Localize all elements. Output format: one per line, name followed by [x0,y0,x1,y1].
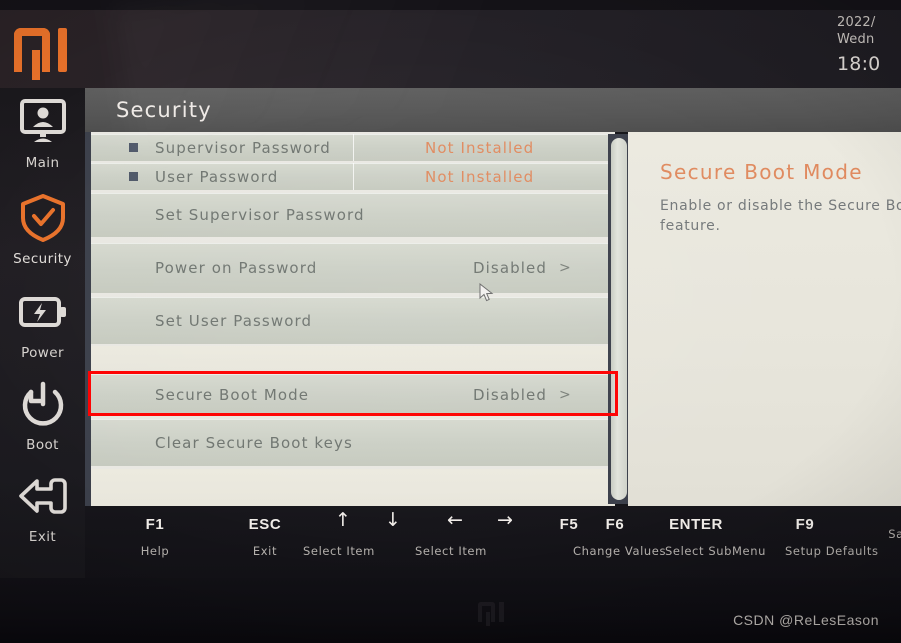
arrow-right-icon: → [497,509,513,531]
row-value: Not Installed [425,168,535,186]
fkey-desc: Help [140,544,170,558]
fkey-label: F9 [795,516,815,533]
fkey-arrow-left[interactable]: ← Select Item [415,509,486,559]
sidebar-item-label: Main [25,155,60,171]
fkey-f1[interactable]: F1 Help [125,516,185,558]
sidebar-item-label: Boot [26,437,59,453]
row-value: Not Installed [425,139,535,157]
list-gap [91,469,615,506]
row-label: Power on Password [155,259,318,277]
row-bullet-icon [129,172,138,181]
fkey-desc: Select Item [415,544,487,558]
battery-bolt-icon [0,286,85,342]
sidebar: Main Security Power Boot Exit [0,88,85,643]
sidebar-item-boot[interactable]: Boot [0,378,85,453]
fkey-arrow-up[interactable]: ↑ Select Item [303,509,374,559]
sidebar-item-label: Exit [28,529,57,545]
scrollbar-thumb[interactable] [611,138,627,500]
table-row[interactable]: Set User Password [91,297,615,344]
help-panel: Secure Boot Mode Enable or disable the S… [628,132,901,506]
scrollbar[interactable] [608,134,630,504]
fkey-label: ENTER [669,516,723,533]
watermark: CSDN @ReLesEason [733,612,879,628]
fkey-desc: Exit [252,544,278,558]
function-key-bar: F1 Help ESC Exit ↑ Select Item ↓ ← Selec… [85,506,901,578]
bios-screen: 2022/ Wedn 18:0 Main Security Power Boot… [0,0,901,643]
arrow-up-icon: ↑ [335,509,351,531]
row-separator [353,163,354,190]
datetime-display: 2022/ Wedn 18:0 [837,14,901,76]
exit-arrow-icon [0,470,85,526]
row-chevron-icon: > [559,260,571,276]
sidebar-item-label: Security [13,251,72,267]
settings-list: Supervisor Password Not Installed User P… [85,132,615,506]
help-body: Enable or disable the Secure Boot featur… [660,198,901,234]
fkey-f9[interactable]: F9 Setup Defaults [785,516,879,558]
row-label: Supervisor Password [155,139,331,157]
fkey-f5[interactable]: F5 Change Values [551,516,667,558]
row-label: User Password [155,168,279,186]
fkey-label: F1 [145,516,165,533]
sidebar-item-power[interactable]: Power [0,286,85,361]
row-separator [353,134,354,161]
row-label: Clear Secure Boot keys [155,434,353,452]
bottom-bar [0,578,901,643]
fkey-f10[interactable]: Sa [881,516,901,541]
monitor-user-icon [0,96,85,152]
sidebar-item-exit[interactable]: Exit [0,470,85,545]
fkey-desc: Change Values [573,544,667,558]
weekday-text: Wedn [837,32,875,47]
mi-logo-icon [14,28,70,80]
power-refresh-icon [0,378,85,434]
sidebar-item-security[interactable]: Security [0,192,85,267]
fkey-enter[interactable]: ENTER Select SubMenu [665,516,766,558]
fkey-arrow-right[interactable]: → [487,509,523,531]
table-row[interactable]: User Password Not Installed [91,163,615,190]
help-title: Secure Boot Mode [660,160,863,184]
row-label: Set Supervisor Password [155,206,365,224]
fkey-label: ESC [248,516,282,533]
time-text: 18:0 [837,53,881,75]
table-row[interactable]: Power on Password Disabled > [91,243,615,293]
mi-logo-bottom-icon [478,602,504,626]
page-title: Security [116,98,212,122]
fkey-label: F5 [559,516,579,533]
top-bar: 2022/ Wedn 18:0 [0,0,901,88]
fkey-desc: Select SubMenu [665,544,766,558]
table-row[interactable]: Set Supervisor Password [91,193,615,237]
arrow-left-icon: ← [447,509,463,531]
fkey-f6[interactable]: F6 [597,516,633,533]
fkey-esc[interactable]: ESC Exit [235,516,295,558]
highlight-annotation [88,371,618,416]
fkey-arrow-down[interactable]: ↓ [375,509,411,531]
table-row[interactable]: Clear Secure Boot keys [91,419,615,466]
fkey-label: F6 [605,516,625,533]
row-bullet-icon [129,143,138,152]
sidebar-item-label: Power [21,345,64,361]
list-gap [91,346,615,373]
sidebar-item-main[interactable]: Main [0,96,85,171]
table-row[interactable]: Supervisor Password Not Installed [91,134,615,161]
row-label: Set User Password [155,312,313,330]
fkey-desc: Sa [888,527,901,541]
arrow-down-icon: ↓ [385,509,401,531]
date-text: 2022/ [837,15,876,30]
row-value: Disabled [473,259,547,277]
mouse-cursor [479,282,495,303]
fkey-desc: Select Item [303,544,375,558]
fkey-desc: Setup Defaults [785,544,879,558]
shield-check-icon [0,192,85,248]
page-header: Security [85,88,901,132]
